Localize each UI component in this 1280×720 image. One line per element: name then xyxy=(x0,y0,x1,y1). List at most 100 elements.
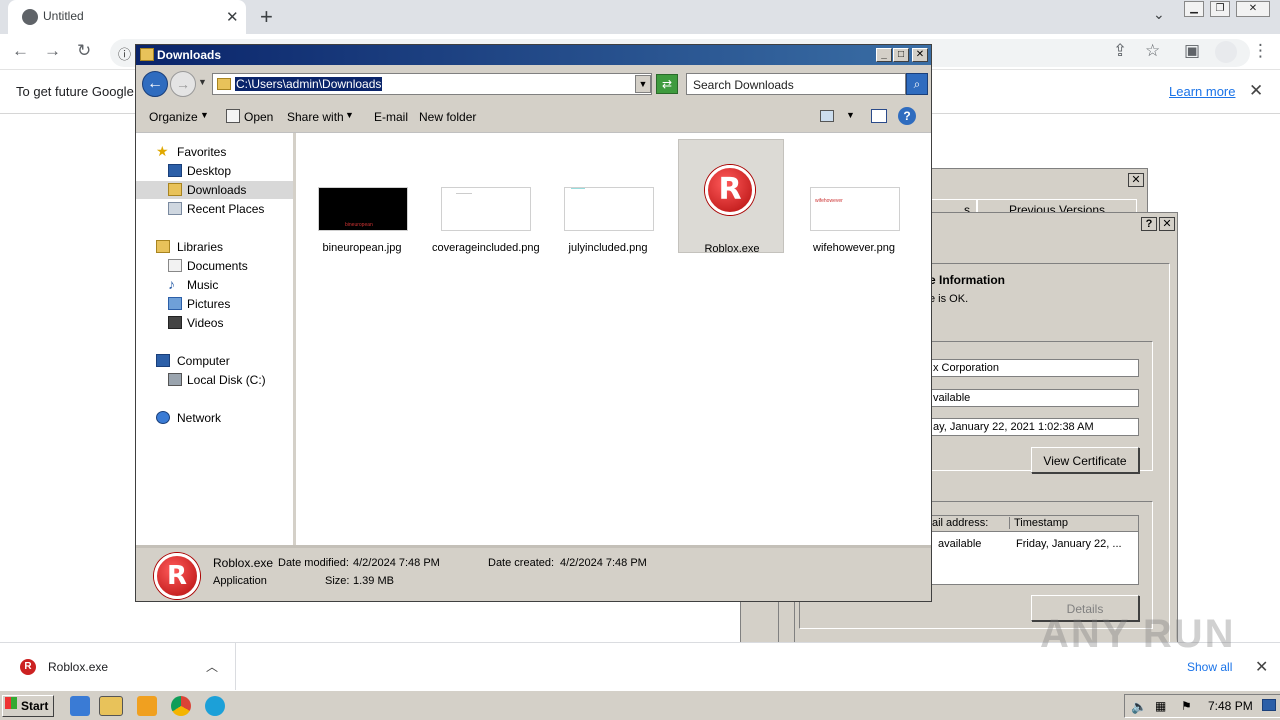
minimize-button[interactable]: ▁ xyxy=(1184,1,1204,17)
file-item[interactable]: wifehowever wifehowever.png xyxy=(801,139,907,254)
file-name: coverageincluded.png xyxy=(432,242,540,254)
music-icon: ♪ xyxy=(168,276,175,292)
profile-avatar[interactable] xyxy=(1215,41,1237,63)
chrome-icon[interactable] xyxy=(171,696,191,716)
roblox-app-icon: R xyxy=(705,165,755,215)
chevron-down-icon[interactable]: ▼ xyxy=(846,110,855,120)
libraries-icon xyxy=(156,240,170,253)
nav-computer[interactable]: Computer xyxy=(136,352,293,370)
restore-button[interactable]: ❐ xyxy=(1210,1,1230,17)
address-field[interactable]: C:\Users\admin\Downloads ▼ xyxy=(212,73,652,95)
file-item[interactable]: julyincluded.png xyxy=(555,139,661,254)
menu-icon[interactable]: ⋮ xyxy=(1252,41,1269,61)
info-icon[interactable]: ⓘ xyxy=(118,44,131,63)
star-icon[interactable]: ☆ xyxy=(1145,41,1160,61)
countersig-timestamp[interactable]: Friday, January 22, ... xyxy=(1016,538,1122,550)
infobar-close-icon[interactable]: ✕ xyxy=(1249,81,1263,101)
search-icon[interactable]: ⌕ xyxy=(906,73,928,95)
search-input[interactable]: Search Downloads xyxy=(686,73,906,95)
nav-documents[interactable]: Documents xyxy=(136,257,293,275)
thumbnail-text: bineuropean xyxy=(345,222,373,228)
preview-pane-icon[interactable] xyxy=(871,109,887,123)
detail-file-type: Application xyxy=(213,575,267,587)
new-tab-button[interactable]: + xyxy=(260,4,273,30)
chevron-down-icon[interactable]: ▼ xyxy=(200,110,209,120)
recent-places-icon xyxy=(168,202,182,215)
nav-network[interactable]: Network xyxy=(136,409,293,427)
nav-favorites[interactable]: ★ Favorites xyxy=(136,143,293,161)
nav-pictures[interactable]: Pictures xyxy=(136,295,293,313)
view-certificate-button[interactable]: View Certificate xyxy=(1031,447,1139,473)
clock[interactable]: 7:48 PM xyxy=(1208,699,1253,713)
close-icon[interactable]: ✕ xyxy=(1128,173,1144,187)
nav-libraries[interactable]: Libraries xyxy=(136,238,293,256)
history-dropdown-icon[interactable]: ▼ xyxy=(198,77,207,87)
share-icon[interactable]: ⇪ xyxy=(1113,41,1127,61)
downloads-folder-icon xyxy=(168,183,182,196)
tab-title: Untitled xyxy=(43,9,84,23)
address-dropdown-icon[interactable]: ▼ xyxy=(635,75,651,93)
nav-videos[interactable]: Videos xyxy=(136,314,293,332)
file-item-selected[interactable]: R Roblox.exe xyxy=(678,139,784,255)
nav-label: Recent Places xyxy=(187,202,265,216)
file-item[interactable]: bineuropean bineuropean.jpg xyxy=(309,139,415,254)
open-icon[interactable] xyxy=(226,109,240,123)
new-folder-button[interactable]: New folder xyxy=(419,110,476,124)
reload-icon[interactable]: ↻ xyxy=(77,41,91,61)
show-all-button[interactable]: Show all xyxy=(1177,655,1239,681)
file-name: wifehowever.png xyxy=(813,242,895,254)
signer-email-field: vailable xyxy=(929,389,1139,407)
file-name: Roblox.exe xyxy=(704,243,760,255)
close-button[interactable]: ✕ xyxy=(912,48,928,62)
download-item[interactable]: R Roblox.exe ︿ xyxy=(0,643,236,691)
documents-icon xyxy=(168,259,182,272)
edge-icon[interactable] xyxy=(205,696,225,716)
help-icon[interactable]: ? xyxy=(898,107,916,125)
view-options-icon[interactable] xyxy=(820,110,834,122)
browser-tab[interactable]: Untitled ✕ xyxy=(8,0,246,34)
chevron-down-icon[interactable]: ▼ xyxy=(345,110,354,120)
column-timestamp[interactable]: Timestamp xyxy=(1014,517,1068,529)
minimize-button[interactable]: _ xyxy=(876,48,892,62)
network-tray-icon[interactable]: ▦ xyxy=(1155,699,1166,713)
refresh-icon[interactable]: ⇄ xyxy=(656,74,678,94)
close-button[interactable]: ✕ xyxy=(1236,1,1270,17)
close-icon[interactable]: ✕ xyxy=(1255,657,1268,677)
volume-icon[interactable]: 🔈 xyxy=(1131,699,1147,715)
file-item[interactable]: coverageincluded.png xyxy=(432,139,540,254)
countersignatures-list[interactable]: ail address: Timestamp available Friday,… xyxy=(929,515,1139,585)
close-icon[interactable]: ✕ xyxy=(1159,217,1175,231)
explorer-taskbar-icon[interactable] xyxy=(99,696,123,716)
nav-recent-places[interactable]: Recent Places xyxy=(136,200,293,218)
chevron-up-icon[interactable]: ︿ xyxy=(206,658,218,675)
nav-music[interactable]: ♪ Music xyxy=(136,276,293,294)
nav-label: Favorites xyxy=(177,145,227,159)
address-path[interactable]: C:\Users\admin\Downloads xyxy=(235,77,383,91)
tab-close-icon[interactable]: ✕ xyxy=(226,8,239,26)
column-email[interactable]: ail address: xyxy=(930,517,1010,529)
open-button[interactable]: Open xyxy=(244,110,273,124)
help-button[interactable]: ? xyxy=(1141,217,1157,231)
email-button[interactable]: E-mail xyxy=(374,110,408,124)
maximize-button[interactable]: □ xyxy=(893,48,909,62)
share-with-button[interactable]: Share with xyxy=(287,110,344,124)
chevron-down-icon[interactable]: ⌄ xyxy=(1153,6,1165,23)
organize-button[interactable]: Organize xyxy=(149,110,198,124)
back-arrow-icon[interactable]: ← xyxy=(12,41,29,61)
flag-icon[interactable]: ⚑ xyxy=(1181,699,1192,713)
learn-more-link[interactable]: Learn more xyxy=(1169,84,1235,99)
side-panel-icon[interactable]: ▣ xyxy=(1184,41,1200,61)
nav-local-disk[interactable]: Local Disk (C:) xyxy=(136,371,293,389)
detail-created-value: 4/2/2024 7:48 PM xyxy=(560,557,647,569)
media-player-icon[interactable] xyxy=(137,696,157,716)
image-thumbnail: bineuropean xyxy=(318,187,408,231)
internet-explorer-icon[interactable] xyxy=(70,696,90,716)
thumbnail-mark xyxy=(571,188,585,189)
nav-downloads[interactable]: Downloads xyxy=(136,181,293,199)
forward-arrow-icon[interactable]: → xyxy=(170,71,196,97)
show-desktop-icon[interactable] xyxy=(1262,699,1276,711)
back-arrow-icon[interactable]: ← xyxy=(142,71,168,97)
nav-desktop[interactable]: Desktop xyxy=(136,162,293,180)
forward-arrow-icon[interactable]: → xyxy=(44,41,61,61)
countersig-email[interactable]: available xyxy=(938,538,981,550)
